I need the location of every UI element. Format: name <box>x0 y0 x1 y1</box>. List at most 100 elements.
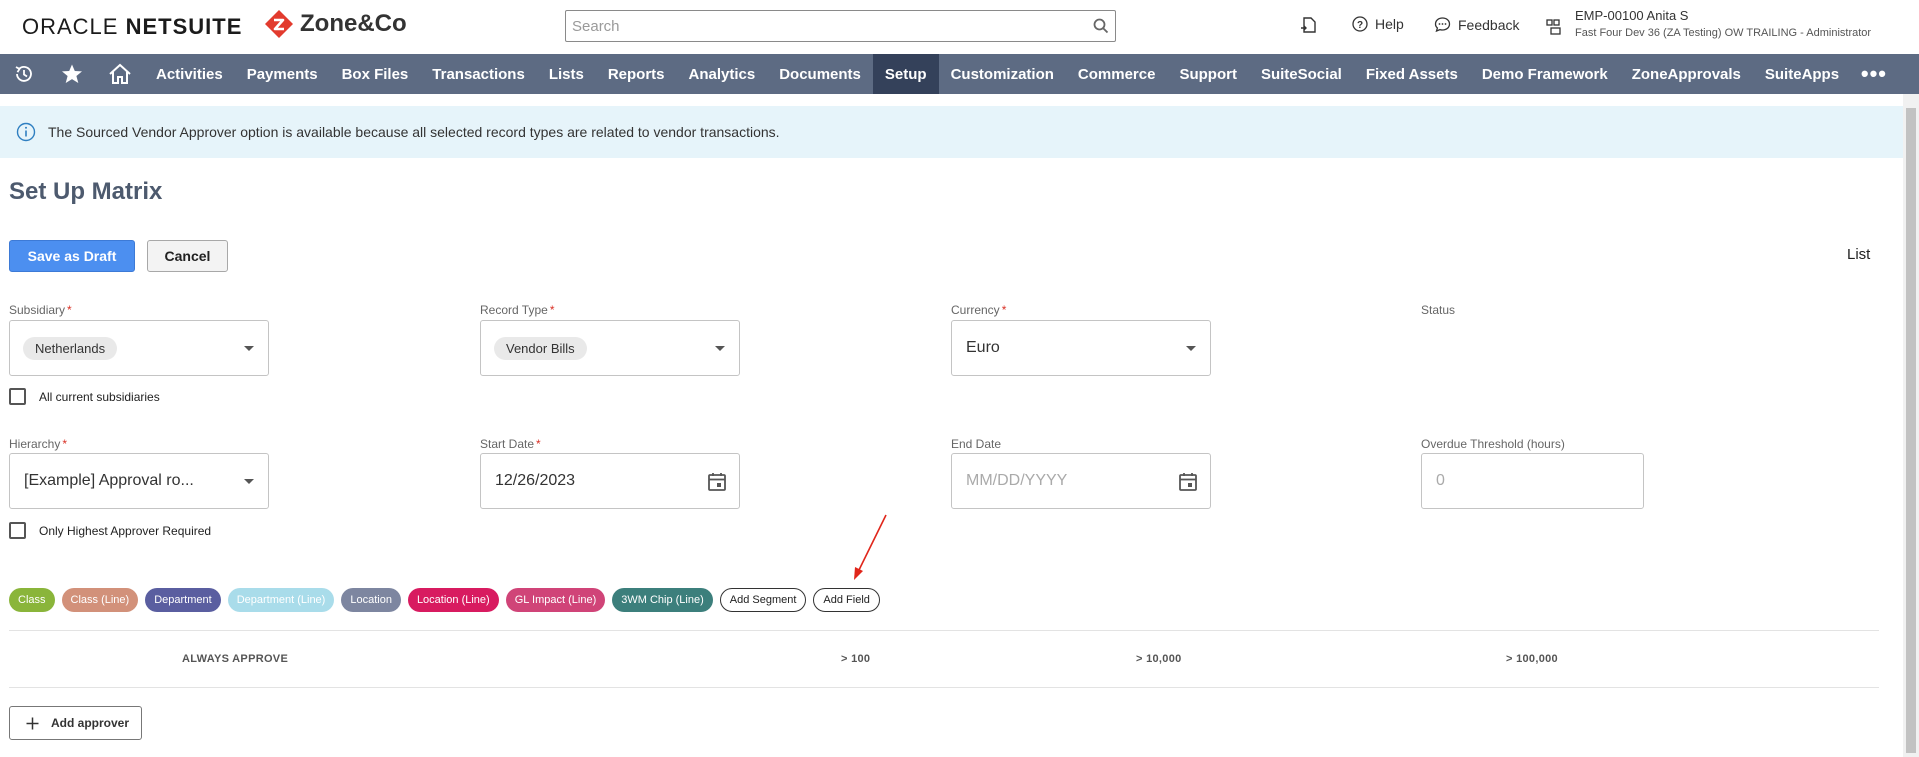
all-subsidiaries-checkbox-row[interactable]: All current subsidiaries <box>9 388 160 405</box>
nav-customization[interactable]: Customization <box>939 54 1066 94</box>
recent-records-icon[interactable] <box>1300 16 1318 34</box>
nav-commerce[interactable]: Commerce <box>1066 54 1168 94</box>
nav-box-files[interactable]: Box Files <box>330 54 421 94</box>
oracle-netsuite-logo[interactable]: ORACLE NETSUITE <box>22 14 242 40</box>
nav-setup[interactable]: Setup <box>872 54 939 94</box>
chevron-down-icon <box>244 479 254 484</box>
nav-documents[interactable]: Documents <box>767 54 873 94</box>
search-input[interactable] <box>566 11 1087 41</box>
end-date-label: End Date <box>951 437 1002 451</box>
chevron-down-icon <box>244 346 254 351</box>
nav-support[interactable]: Support <box>1167 54 1249 94</box>
all-subsidiaries-label: All current subsidiaries <box>39 389 160 404</box>
role-icon <box>1546 19 1561 35</box>
segment-tags: Class Class (Line) Department Department… <box>9 588 880 612</box>
record-type-label: Record Type * <box>480 303 555 317</box>
segment-tag-class-line[interactable]: Class (Line) <box>61 588 139 612</box>
svg-text:?: ? <box>1357 20 1363 31</box>
annotation-arrow <box>854 514 887 580</box>
nav-zoneapprovals[interactable]: ZoneApprovals <box>1620 54 1753 94</box>
hierarchy-label: Hierarchy * <box>9 437 68 451</box>
only-highest-checkbox-row[interactable]: Only Highest Approver Required <box>9 522 211 539</box>
user-role: Fast Four Dev 36 (ZA Testing) OW TRAILIN… <box>1575 27 1872 39</box>
nav-fixed-assets[interactable]: Fixed Assets <box>1354 54 1470 94</box>
nav-lists[interactable]: Lists <box>537 54 596 94</box>
subsidiary-select[interactable]: Netherlands <box>9 320 269 376</box>
nav-transactions[interactable]: Transactions <box>420 54 537 94</box>
user-name: EMP-00100 Anita S <box>1575 8 1689 23</box>
search-icon[interactable] <box>1087 12 1115 40</box>
nav-more-icon[interactable]: ••• <box>1861 54 1887 94</box>
scrollbar-thumb[interactable] <box>1906 108 1916 753</box>
page-scrollbar[interactable] <box>1903 94 1919 757</box>
all-subsidiaries-checkbox[interactable] <box>9 388 26 405</box>
currency-label: Currency * <box>951 303 1007 317</box>
user-menu[interactable]: EMP-00100 Anita S Fast Four Dev 36 (ZA T… <box>1545 8 1871 39</box>
nav-reports[interactable]: Reports <box>596 54 677 94</box>
plus-icon <box>26 717 39 729</box>
home-icon[interactable] <box>96 54 144 94</box>
calendar-icon[interactable] <box>1177 471 1199 493</box>
column-header-over-100000: > 100,000 <box>1506 653 1558 665</box>
add-segment-button[interactable]: Add Segment <box>719 588 807 612</box>
segment-tag-gl-impact-line[interactable]: GL Impact (Line) <box>505 588 606 612</box>
favorites-star-icon[interactable] <box>48 54 96 94</box>
feedback-link[interactable]: Feedback <box>1434 16 1519 33</box>
chevron-down-icon <box>715 346 725 351</box>
save-as-draft-button[interactable]: Save as Draft <box>9 240 135 272</box>
global-search[interactable] <box>565 10 1116 42</box>
nav-suiteapps[interactable]: SuiteApps <box>1753 54 1851 94</box>
only-highest-label: Only Highest Approver Required <box>39 523 212 538</box>
nav-payments[interactable]: Payments <box>235 54 330 94</box>
subsidiary-chip[interactable]: Netherlands <box>23 336 118 360</box>
end-date-placeholder: MM/DD/YYYY <box>966 472 1068 489</box>
banner-text: The Sourced Vendor Approver option is av… <box>48 124 780 140</box>
hierarchy-value: [Example] Approval ro... <box>24 472 194 489</box>
help-link[interactable]: ? Help <box>1352 16 1404 32</box>
end-date-field[interactable]: MM/DD/YYYY <box>951 453 1211 509</box>
feedback-label: Feedback <box>1458 16 1520 33</box>
segment-tag-location-line[interactable]: Location (Line) <box>407 588 499 612</box>
segment-tag-class[interactable]: Class <box>9 588 55 612</box>
start-date-value: 12/26/2023 <box>495 472 576 489</box>
help-icon: ? <box>1352 16 1368 32</box>
add-approver-label: Add approver <box>51 716 130 730</box>
help-label: Help <box>1375 16 1404 32</box>
cancel-button[interactable]: Cancel <box>147 240 228 272</box>
top-header: ORACLE NETSUITE Zone&Co ? Help Feedback … <box>0 0 1919 54</box>
nav-demo-framework[interactable]: Demo Framework <box>1470 54 1620 94</box>
segment-tag-3wm-chip-line[interactable]: 3WM Chip (Line) <box>612 588 713 612</box>
currency-value: Euro <box>966 339 1000 356</box>
segment-tag-department-line[interactable]: Department (Line) <box>227 588 335 612</box>
only-highest-checkbox[interactable] <box>9 522 26 539</box>
calendar-icon[interactable] <box>706 471 728 493</box>
column-header-over-10000: > 10,000 <box>1136 653 1182 665</box>
list-link[interactable]: List <box>1847 246 1870 263</box>
overdue-threshold-placeholder: 0 <box>1436 472 1445 489</box>
recent-history-icon[interactable] <box>0 54 48 94</box>
start-date-field[interactable]: 12/26/2023 <box>480 453 740 509</box>
record-type-chip[interactable]: Vendor Bills <box>494 336 587 360</box>
info-banner: The Sourced Vendor Approver option is av… <box>0 106 1903 158</box>
column-header-always-approve: ALWAYS APPROVE <box>182 653 289 665</box>
approval-matrix-table: ALWAYS APPROVE > 100 > 10,000 > 100,000 <box>9 630 1879 688</box>
currency-select[interactable]: Euro <box>951 320 1211 376</box>
start-date-label: Start Date * <box>480 437 541 451</box>
zoneco-logo[interactable]: Zone&Co <box>264 9 407 39</box>
column-header-over-100: > 100 <box>841 653 871 665</box>
nav-suitesocial[interactable]: SuiteSocial <box>1249 54 1354 94</box>
overdue-threshold-input[interactable]: 0 <box>1421 453 1644 509</box>
subsidiary-label: Subsidiary * <box>9 303 72 317</box>
zoneco-brand-text: Zone&Co <box>300 10 407 37</box>
segment-tag-department[interactable]: Department <box>145 588 221 612</box>
segment-tag-location[interactable]: Location <box>341 588 401 612</box>
hierarchy-select[interactable]: [Example] Approval ro... <box>9 453 269 509</box>
logo-oracle-text: ORACLE <box>22 14 126 39</box>
nav-activities[interactable]: Activities <box>144 54 235 94</box>
record-type-select[interactable]: Vendor Bills <box>480 320 740 376</box>
overdue-threshold-label: Overdue Threshold (hours) <box>1421 437 1565 451</box>
add-approver-button[interactable]: Add approver <box>9 706 142 740</box>
add-field-button[interactable]: Add Field <box>813 588 880 612</box>
page-title: Set Up Matrix <box>9 178 163 205</box>
nav-analytics[interactable]: Analytics <box>677 54 768 94</box>
